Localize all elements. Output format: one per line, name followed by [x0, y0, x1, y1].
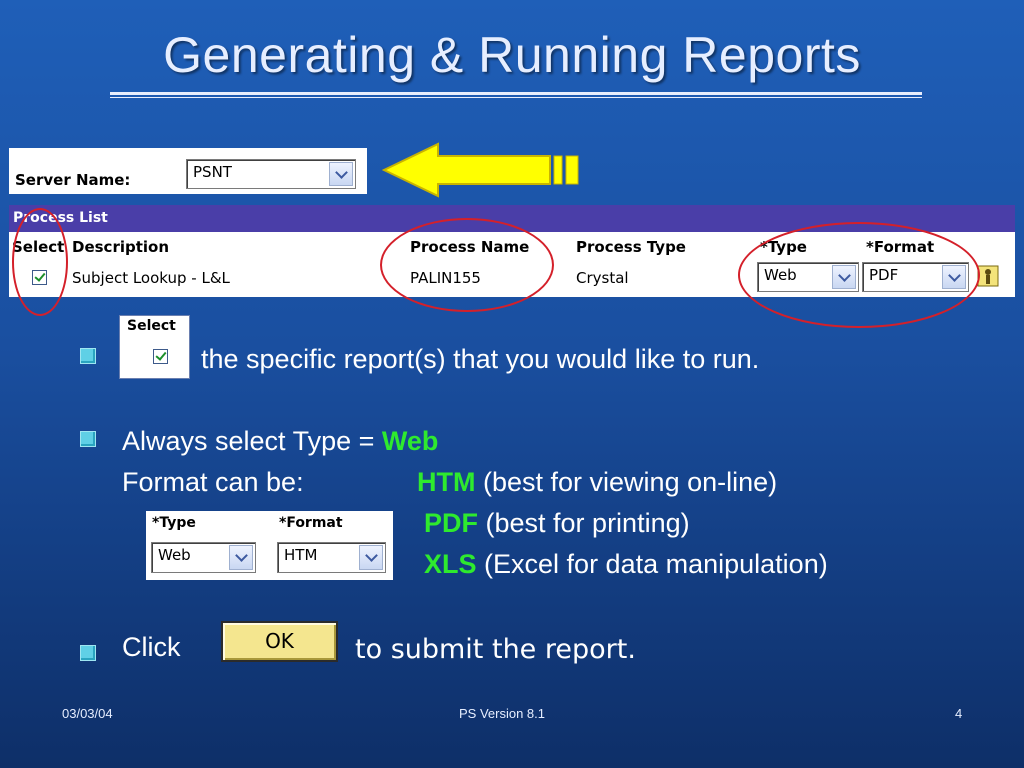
snippet-select-label: Select — [127, 318, 176, 334]
bullet-1-text: the specific report(s) that you would li… — [201, 344, 760, 374]
footer-date: 03/03/04 — [62, 706, 113, 721]
server-name-label: Server Name: — [15, 171, 131, 189]
snippet-type-value: Web — [158, 546, 191, 564]
type-format-snippet: *Type *Format Web HTM — [146, 511, 393, 580]
snippet-type-label: *Type — [152, 515, 196, 531]
bullet-3 — [80, 645, 96, 661]
dropdown-button — [229, 545, 253, 570]
snippet-checkbox — [153, 349, 168, 364]
footer-version: PS Version 8.1 — [459, 706, 545, 721]
slide-title: Generating & Running Reports — [163, 27, 861, 83]
title-underline-thin — [110, 97, 922, 98]
format-option-name: XLS — [424, 549, 477, 579]
page-number: 4 — [955, 706, 963, 721]
format-option-htm: HTM (best for viewing on-line) — [417, 467, 777, 498]
bullet-2 — [80, 431, 96, 447]
format-can-be-label: Format can be: — [122, 467, 304, 497]
format-option-desc: (best for printing) — [485, 508, 690, 538]
format-option-name: HTM — [417, 467, 476, 497]
bullet-3-suffix: to submit the report. — [355, 634, 636, 665]
highlight-ring-select — [12, 208, 68, 316]
snippet-type-select: Web — [151, 542, 256, 573]
title-underline — [110, 92, 922, 95]
col-process-type: Process Type — [576, 238, 686, 256]
snippet-format-value: HTM — [284, 546, 318, 564]
dropdown-button — [359, 545, 383, 570]
highlight-ring-process-name — [380, 218, 554, 312]
server-name-value: PSNT — [193, 163, 232, 181]
col-description: Description — [72, 238, 170, 256]
format-option-desc: (Excel for data manipulation) — [484, 549, 828, 579]
bullet-2-line1: Always select Type = Web — [122, 426, 438, 457]
chevron-down-icon — [334, 165, 348, 179]
chevron-down-icon — [234, 549, 248, 562]
format-option-desc: (best for viewing on-line) — [483, 467, 778, 497]
type-web-value: Web — [381, 426, 439, 456]
distribution-icon[interactable] — [977, 265, 999, 287]
server-name-panel: Server Name: PSNT — [9, 148, 367, 194]
bullet-1 — [80, 348, 96, 364]
chevron-down-icon — [364, 549, 378, 562]
ok-button[interactable]: OK — [221, 621, 338, 662]
bullet-3-prefix: Click — [122, 632, 181, 662]
format-option-xls: XLS (Excel for data manipulation) — [424, 549, 828, 580]
format-option-name: PDF — [424, 508, 478, 538]
arrow-left-icon — [382, 142, 579, 198]
dropdown-button[interactable] — [329, 162, 353, 186]
row-process-type: Crystal — [576, 269, 629, 287]
snippet-format-label: *Format — [279, 515, 343, 531]
highlight-ring-type-format — [738, 222, 980, 328]
server-name-select[interactable]: PSNT — [186, 159, 356, 189]
snippet-format-select: HTM — [277, 542, 386, 573]
type-instruction: Always select Type = — [122, 426, 382, 456]
select-checkbox-snippet: Select — [119, 315, 190, 379]
format-option-pdf: PDF (best for printing) — [424, 508, 690, 539]
row-description: Subject Lookup - L&L — [72, 269, 230, 287]
